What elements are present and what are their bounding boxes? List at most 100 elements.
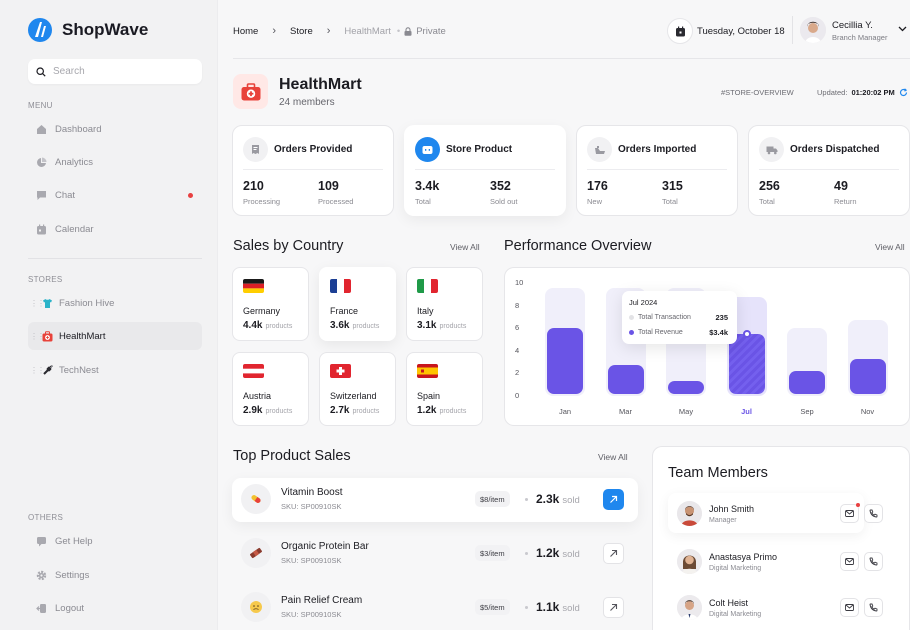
phone-icon [869,603,878,612]
open-product-button[interactable] [603,597,624,618]
member-row-anastasya-primo[interactable]: Anastasya Primo Digital Marketing [668,541,883,581]
search-input[interactable] [53,66,193,77]
y-tick-label: 0 [515,391,520,400]
sidebar-item-chat[interactable]: Chat [28,181,202,209]
chevron-down-icon[interactable] [898,26,907,32]
drag-handle-icon[interactable]: ⋮⋮ [30,366,45,375]
member-name: Colt Heist [709,598,749,608]
x-tick-label: Jan [558,407,572,416]
sidebar-item-technest[interactable]: ⋮⋮ TechNest [28,356,202,384]
member-name: Anastasya Primo [709,552,778,562]
sidebar-divider [28,258,202,259]
performance-view-all[interactable]: View All [875,242,905,252]
y-tick-label: 8 [515,300,520,310]
chart-tooltip: Jul 2024 Total Transaction 235 Total Rev… [622,291,737,344]
bar-mar[interactable] [607,365,644,394]
product-name: Vitamin Boost [281,487,343,498]
bar-jul[interactable] [728,333,765,394]
drag-handle-icon[interactable]: ⋮⋮ [30,299,45,308]
mail-icon [845,510,854,517]
stat-divider [243,169,383,170]
logout-icon [36,603,46,613]
message-button[interactable] [840,552,859,571]
sidebar-item-settings[interactable]: Settings [28,561,202,589]
sidebar-item-fashion-hive[interactable]: ⋮⋮ Fashion Hive [28,289,202,317]
stat-card-orders-provided[interactable]: Orders Provided 210 Processing 109 Proce… [232,125,394,216]
header-divider-line [233,58,910,59]
stat-label: Total [759,197,775,206]
breadcrumb: Home › Store › HealthMart • Private [233,25,446,37]
bar-may[interactable] [668,381,704,394]
country-card-switzerland[interactable]: Switzerland 2.7k products [319,352,396,426]
updated-time: 01:20:02 PM [851,88,895,97]
bar-sep[interactable] [789,371,825,394]
top-products-view-all[interactable]: View All [598,452,628,462]
user-name[interactable]: Cecillia Y. [832,20,873,31]
y-tick-label: 6 [515,323,520,333]
product-row-vitamin-boost[interactable]: Vitamin Boost SKU: SP00910SK $8/item 2.3… [232,478,638,522]
search-box[interactable] [28,59,202,84]
breadcrumb-home[interactable]: Home [233,26,258,37]
sidebar-item-logout[interactable]: Logout [28,594,202,622]
truck-icon [759,137,784,162]
switzerland-flag [330,364,351,378]
country-card-germany[interactable]: Germany 4.4k products [232,267,309,341]
bar-nov[interactable] [849,358,886,394]
message-button[interactable] [840,503,860,523]
sales-by-country-view-all[interactable]: View All [450,242,480,252]
france-flag [330,279,351,293]
user-avatar-image [800,17,826,43]
sidebar-item-get-help[interactable]: Get Help [28,527,202,555]
country-card-france[interactable]: France 3.6k products [319,267,396,341]
store-members-count: 24 members [279,97,335,108]
country-value: 3.6k products [330,320,380,331]
calendar-icon [675,26,685,36]
call-button[interactable] [864,598,883,617]
stat-card-orders-dispatched[interactable]: Orders Dispatched 256 Total 49 Return [748,125,910,216]
call-button[interactable] [864,552,883,571]
open-product-button[interactable] [603,489,624,510]
member-row-john-smith[interactable]: John Smith Manager [668,493,883,533]
brand[interactable]: ShopWave [28,17,148,43]
call-button[interactable] [864,504,883,523]
sidebar-item-label: TechNest [59,364,99,376]
sidebar-item-dashboard[interactable]: Dashboard [28,115,202,143]
analytics-icon [37,157,47,167]
sidebar-item-calendar[interactable]: Calendar [28,215,202,243]
refresh-icon[interactable] [899,88,908,97]
stat-card-orders-imported[interactable]: Orders Imported 176 New 315 Total [576,125,738,216]
open-product-button[interactable] [603,543,624,564]
sidebar-item-analytics[interactable]: Analytics [28,148,202,176]
sidebar-item-healthmart[interactable]: ⋮⋮ HealthMart [28,322,202,350]
calendar-button[interactable] [667,18,693,44]
country-card-austria[interactable]: Austria 2.9k products [232,352,309,426]
stat-card-store-product[interactable]: Store Product 3.4k Total 352 Sold out [404,125,566,216]
product-row-pain-relief-cream[interactable]: Pain Relief Cream SKU: SP00910SK $5/item… [232,586,638,630]
bar-jan[interactable] [547,328,583,394]
ship-icon [587,137,612,162]
stat-label: Total [662,197,678,206]
unread-dot [188,193,193,198]
stat-label: Total [415,197,431,206]
current-date: Tuesday, October 18 [697,26,785,37]
sidebar-item-label: HealthMart [59,330,106,342]
stat-title: Orders Imported [618,144,697,155]
breadcrumb-store[interactable]: Store [290,26,313,37]
stat-value: 210 [243,179,264,193]
member-role: Digital Marketing [709,565,762,572]
sidebar-item-label: Get Help [55,535,93,547]
search-icon [36,66,46,77]
country-name: Austria [243,391,272,401]
header-divider [792,16,793,44]
mail-icon [845,604,854,611]
country-card-italy[interactable]: Italy 3.1k products [406,267,483,341]
product-row-organic-protein-bar[interactable]: Organic Protein Bar SKU: SP00910SK $3/it… [232,532,638,576]
protein-bar-icon [241,538,271,568]
stat-value: 109 [318,179,339,193]
member-row-colt-heist[interactable]: Colt Heist Digital Marketing [668,587,883,627]
user-avatar[interactable] [800,17,826,43]
country-card-spain[interactable]: Spain 1.2k products [406,352,483,426]
message-button[interactable] [840,598,859,617]
drag-handle-icon[interactable]: ⋮⋮ [30,332,45,341]
lock-icon [404,26,412,36]
